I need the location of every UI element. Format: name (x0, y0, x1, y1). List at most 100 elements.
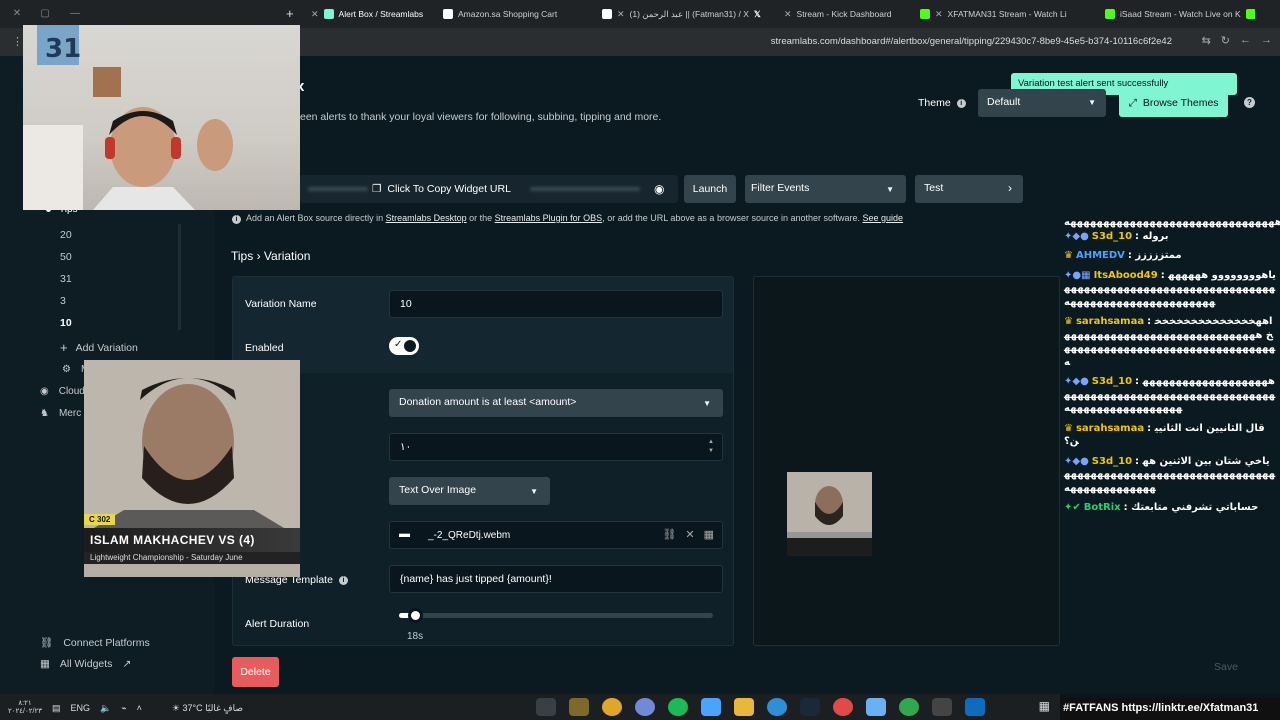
restore-window-icon[interactable]: ▢ (38, 8, 52, 19)
delete-button[interactable]: Delete (232, 657, 279, 687)
variation-item[interactable]: 20 (60, 224, 72, 246)
message-template-input[interactable]: {name} has just tipped {amount}! (389, 565, 723, 593)
obs-plugin-link[interactable]: Streamlabs Plugin for OBS (495, 213, 603, 223)
chat-message: ✦✔ BotRix: حساباتي تشرفني متابعتك (1064, 502, 1259, 513)
xbox-app-icon[interactable] (899, 698, 919, 716)
steam-app-icon[interactable] (800, 698, 820, 716)
chat-message: ♛ AHMEDV: ممتززززز (1064, 250, 1182, 261)
browse-themes-button[interactable]: ⤢ Browse Themes (1119, 89, 1228, 117)
sidebar-cloud-item[interactable]: ◉ Cloud (40, 386, 85, 397)
launch-button[interactable]: Launch (684, 175, 736, 203)
add-variation-button[interactable]: + Add Variation (60, 340, 138, 355)
folder-icon[interactable]: ▬ (399, 528, 410, 540)
spotify-app-icon[interactable] (668, 698, 688, 716)
variation-item[interactable]: 3 (60, 290, 72, 312)
tab-alert-box[interactable]: ✕ Alert Box / Streamlabs (311, 5, 431, 23)
info-icon[interactable]: i (338, 575, 348, 585)
chat-message: ههههههههههههههههههههههههههههههههه (1064, 217, 1280, 228)
url-text[interactable]: streamlabs.com/dashboard#/alertbox/gener… (771, 36, 1172, 47)
preview-video-thumbnail (787, 472, 872, 556)
settings-app-icon[interactable] (932, 698, 952, 716)
tab-kick-dashboard[interactable]: ✕ Stream - Kick Dashboard (784, 5, 924, 23)
reload-icon[interactable]: ↻ (1221, 34, 1230, 47)
condition-select[interactable]: Donation amount is at least <amount> ▼ (389, 389, 723, 417)
copy-widget-url-button[interactable]: ❐ Click To Copy Widget URL (372, 183, 511, 195)
theme-select[interactable]: Default ▼ (978, 89, 1106, 117)
streamlabs-desktop-link[interactable]: Streamlabs Desktop (386, 213, 467, 223)
close-icon[interactable]: ✕ (685, 528, 694, 541)
explorer-app-icon[interactable] (734, 698, 754, 716)
tab-xfatman-stream[interactable]: ✕ XFATMAN31 Stream - Watch Li (920, 5, 1100, 23)
chat-message: ✦◆● S3d_10: بروله (1064, 230, 1169, 242)
amount-input[interactable]: ١٠ ▲ ▼ (389, 433, 723, 461)
check-icon: ✓ (394, 339, 403, 350)
variation-name-label: Variation Name (245, 298, 317, 310)
taskbar-apps (536, 698, 985, 716)
connect-platforms-link[interactable]: ⛓ Connect Platforms (40, 636, 150, 650)
chat-message: ♛ sarahsamaa: اههخخخخخخخخخخخخخخخ هههههههه… (1064, 316, 1276, 368)
widget-url-field[interactable]: ❐ Click To Copy Widget URL ◉ (300, 175, 678, 203)
back-icon[interactable]: ← (1240, 34, 1251, 47)
chrome-app-icon[interactable] (602, 698, 622, 716)
chevron-up-icon[interactable]: ˄ (137, 703, 142, 713)
minimize-window-icon[interactable]: — (68, 8, 82, 19)
tab-x-profile[interactable]: ✕ (1) عبد الرحمن || (Fatman31) / X 𝕏 (602, 5, 772, 23)
clock[interactable]: ٨:٢١ ٢٠٢٤/٠٢/٢٣ (8, 700, 42, 716)
notification-icon[interactable]: ▤ (52, 703, 61, 714)
close-tab-icon[interactable]: ✕ (311, 9, 319, 20)
streamer-webcam-image: 31 (23, 25, 233, 210)
tab-isaad-stream[interactable]: iSaad Stream - Watch Live on K (1105, 5, 1255, 23)
variation-name-input[interactable]: 10 (389, 290, 723, 318)
enabled-toggle[interactable]: ✓ (389, 337, 419, 355)
sidebar-merch-item[interactable]: ♞ Merc (40, 408, 81, 419)
caret-down-icon: ▼ (1088, 98, 1096, 107)
svg-text:31: 31 (45, 34, 81, 64)
alert-duration-slider[interactable] (399, 608, 713, 623)
stepper-icon[interactable]: ▲ ▼ (708, 438, 714, 456)
slider-handle[interactable] (407, 608, 423, 623)
app-icon[interactable] (833, 698, 853, 716)
alert-duration-value: 18s (407, 631, 424, 642)
variation-item[interactable]: 31 (60, 268, 72, 290)
info-icon[interactable]: i (956, 98, 966, 108)
link-icon: ⛓ (40, 637, 54, 649)
layout-select[interactable]: Text Over Image ▼ (389, 477, 550, 505)
tab-amazon[interactable]: Amazon.sa Shopping Cart (443, 5, 593, 23)
variation-scrollbar[interactable] (178, 224, 181, 330)
all-widgets-link[interactable]: ▦ All Widgets ↗ (40, 658, 131, 670)
edge-app-icon[interactable] (767, 698, 787, 716)
close-tab-icon[interactable]: ✕ (784, 9, 792, 20)
network-icon[interactable]: ⌁ (121, 703, 126, 714)
variation-item[interactable]: 50 (60, 246, 72, 268)
new-tab-icon[interactable]: + (286, 6, 294, 21)
media-file-field[interactable]: ▬ _-2_QReDtj.webm ⛓ ✕ ▦ (389, 521, 723, 549)
streamlabs-favicon-icon (323, 9, 334, 19)
store-app-icon[interactable] (701, 698, 721, 716)
language-indicator[interactable]: ENG (70, 703, 90, 713)
help-icon[interactable]: ? (1244, 97, 1255, 108)
alert-preview-panel (753, 276, 1060, 646)
search-taskbar-icon[interactable]: ▦ (1039, 699, 1050, 713)
app-icon[interactable] (866, 698, 886, 716)
test-button[interactable]: Test › (915, 175, 1023, 203)
obs-app-icon[interactable] (536, 698, 556, 716)
tab-search-icon[interactable]: ⇆ (1202, 34, 1211, 47)
menu-dots-icon[interactable]: ⋮ (12, 35, 23, 48)
cloud-icon: ◉ (40, 386, 49, 397)
close-tab-icon[interactable]: ✕ (935, 9, 943, 20)
volume-icon[interactable]: 🔈 (100, 703, 111, 714)
outlook-app-icon[interactable] (965, 698, 985, 716)
grid-icon[interactable]: ▦ (704, 528, 714, 541)
app-icon[interactable] (569, 698, 589, 716)
filter-events-dropdown[interactable]: Filter Events ▼ (745, 175, 906, 203)
discord-app-icon[interactable] (635, 698, 655, 716)
forward-icon[interactable]: → (1261, 34, 1272, 47)
variation-item-active[interactable]: 10 (60, 312, 72, 334)
close-window-icon[interactable]: ✕ (10, 8, 24, 19)
eye-icon[interactable]: ◉ (654, 182, 664, 196)
link-icon[interactable]: ⛓ (662, 528, 676, 541)
see-guide-link[interactable]: See guide (863, 213, 904, 223)
close-tab-icon[interactable]: ✕ (617, 9, 625, 20)
weather-widget[interactable]: ☀ 37°C صافٍ غالبًا (172, 703, 243, 714)
alert-duration-label: Alert Duration (245, 618, 310, 630)
